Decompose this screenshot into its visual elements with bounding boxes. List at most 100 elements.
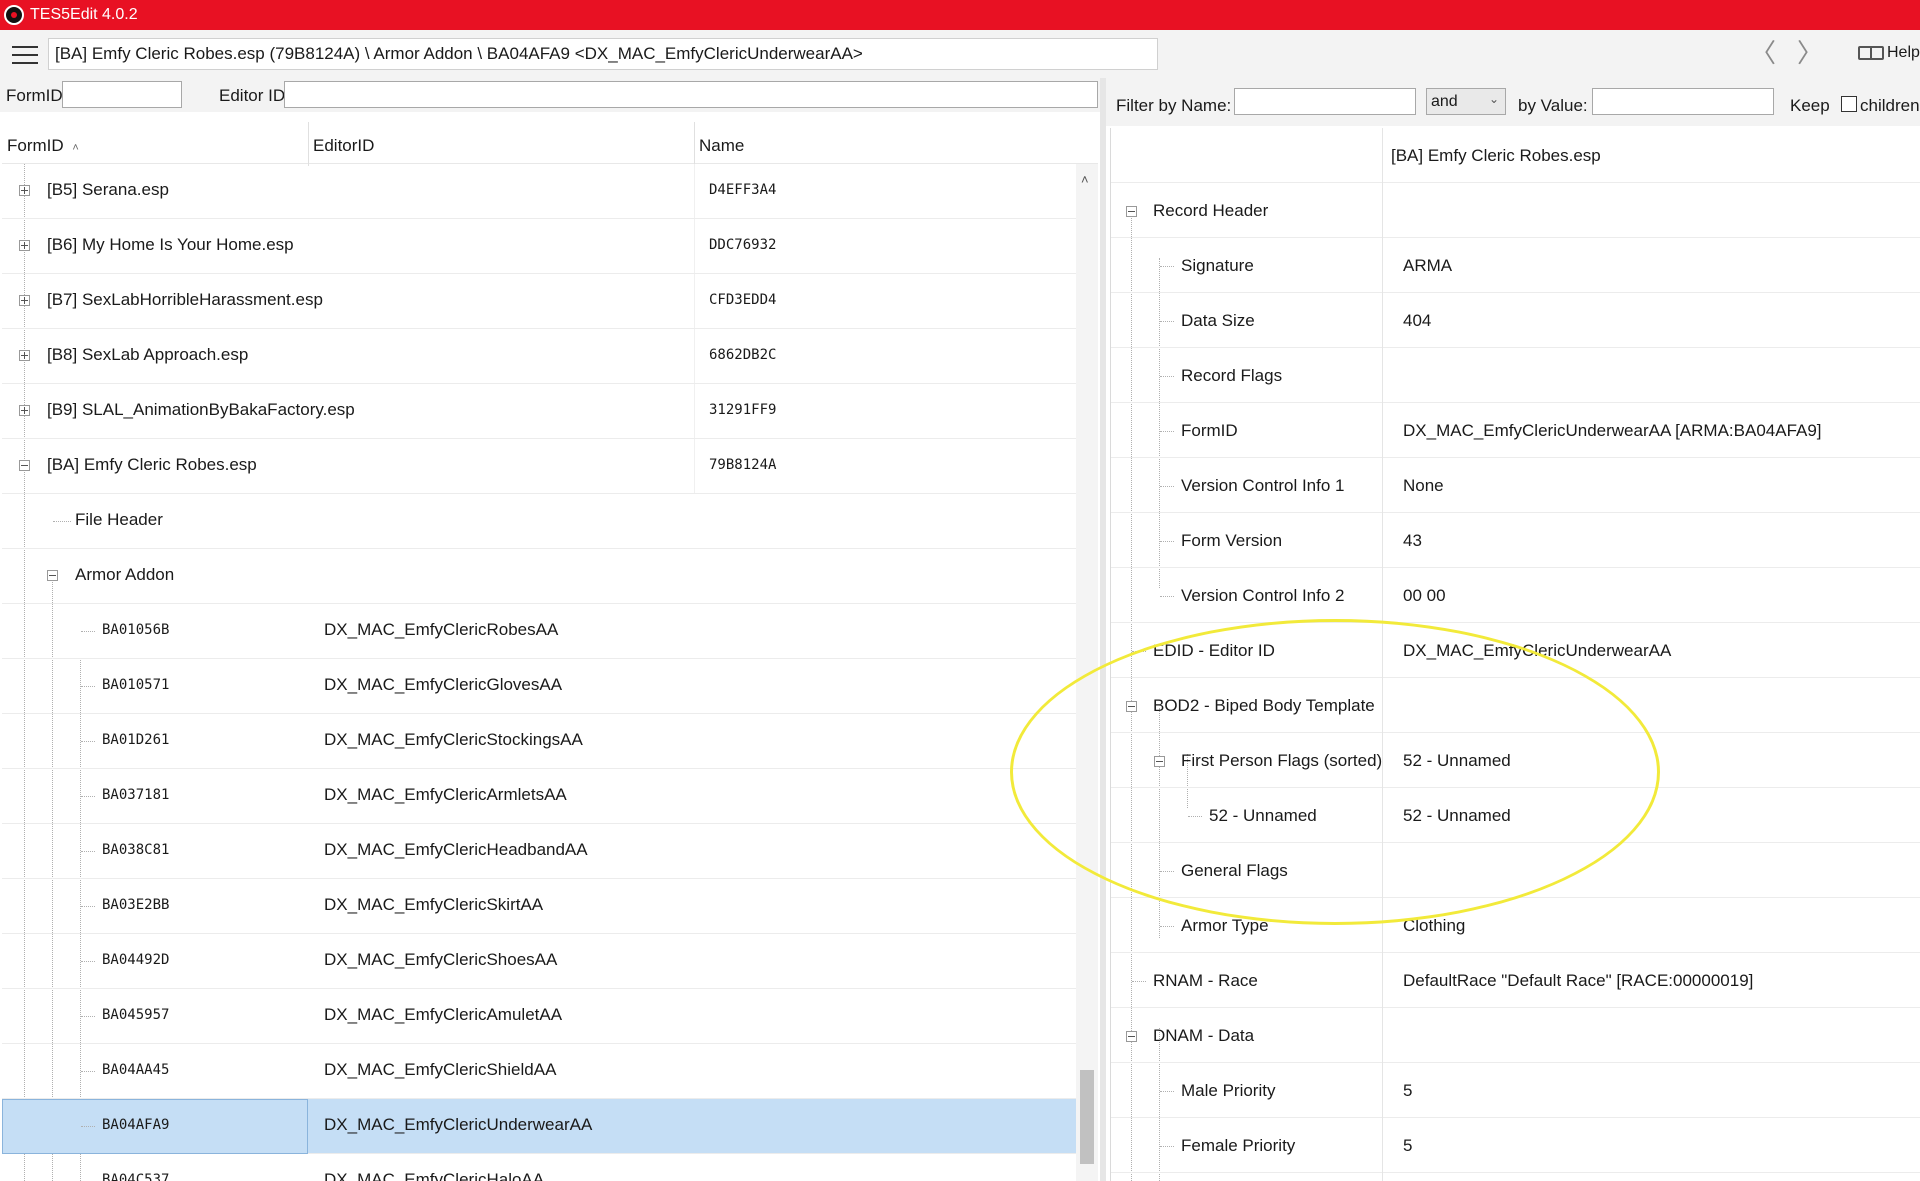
- field-row[interactable]: 52 - Unnamed 52 - Unnamed: [1111, 788, 1920, 843]
- field-row[interactable]: Signature ARMA: [1111, 238, 1920, 293]
- plugin-label: [B7] SexLabHorribleHarassment.esp: [47, 290, 323, 309]
- record-fields-tree: [BA] Emfy Cleric Robes.esp Record Header…: [1110, 128, 1920, 1181]
- plugin-label: [B8] SexLab Approach.esp: [47, 345, 249, 364]
- field-row[interactable]: Record Flags: [1111, 348, 1920, 403]
- menu-icon[interactable]: [12, 46, 38, 64]
- field-value: DefaultRace "Default Race" [RACE:0000001…: [1403, 971, 1754, 990]
- tree-row-group[interactable]: Armor Addon: [2, 549, 1076, 604]
- field-row[interactable]: General Flags: [1111, 843, 1920, 898]
- field-row[interactable]: First Person Flags (sorted) 52 - Unnamed: [1111, 733, 1920, 788]
- scroll-up-icon[interactable]: ˄: [1081, 172, 1089, 187]
- field-row[interactable]: BOD2 - Biped Body Template: [1111, 678, 1920, 733]
- plugin-name-value: CFD3EDD4: [709, 292, 777, 308]
- scrollbar-thumb[interactable]: [1080, 1070, 1094, 1164]
- tree-row-record[interactable]: BA010571 DX_MAC_EmfyClericGlovesAA: [2, 659, 1076, 714]
- tree-row-plugin[interactable]: [B5] Serana.esp D4EFF3A4: [2, 164, 1076, 219]
- field-row[interactable]: Record Header: [1111, 183, 1920, 238]
- collapse-icon[interactable]: [1154, 756, 1165, 767]
- editorid-filter-input[interactable]: [284, 81, 1098, 108]
- expand-icon[interactable]: [19, 295, 30, 306]
- field-row[interactable]: Data Size 404: [1111, 293, 1920, 348]
- column-divider[interactable]: [308, 122, 309, 166]
- tree-row-group[interactable]: File Header: [2, 494, 1076, 549]
- field-name: DNAM - Data: [1153, 1026, 1255, 1045]
- field-name: Female Priority: [1181, 1136, 1296, 1155]
- collapse-icon[interactable]: [19, 460, 30, 471]
- record-editorid: DX_MAC_EmfyClericShieldAA: [324, 1060, 557, 1079]
- record-editorid: DX_MAC_EmfyClericStockingsAA: [324, 730, 583, 749]
- sort-ascending-icon: ˄: [72, 142, 79, 154]
- tree-row-record-selected[interactable]: BA04AFA9 DX_MAC_EmfyClericUnderwearAA: [2, 1099, 1076, 1154]
- record-editorid: DX_MAC_EmfyClericSkirtAA: [324, 895, 544, 914]
- tree-row-plugin[interactable]: [B9] SLAL_AnimationByBakaFactory.esp 312…: [2, 384, 1076, 439]
- plugin-name-value: D4EFF3A4: [709, 182, 777, 198]
- tree-row-plugin[interactable]: [BA] Emfy Cleric Robes.esp 79B8124A: [2, 439, 1076, 494]
- field-row[interactable]: Version Control Info 2 00 00: [1111, 568, 1920, 623]
- group-label: File Header: [75, 510, 163, 529]
- collapse-icon[interactable]: [1126, 206, 1137, 217]
- tree-row-plugin[interactable]: [B7] SexLabHorribleHarassment.esp CFD3ED…: [2, 274, 1076, 329]
- tree-row-record[interactable]: BA045957 DX_MAC_EmfyClericAmuletAA: [2, 989, 1076, 1044]
- field-row[interactable]: Form Version 43: [1111, 513, 1920, 568]
- column-divider[interactable]: [694, 122, 695, 166]
- field-row[interactable]: EDID - Editor ID DX_MAC_EmfyClericUnderw…: [1111, 623, 1920, 678]
- field-value: None: [1403, 476, 1444, 495]
- record-path-field[interactable]: [BA] Emfy Cleric Robes.esp (79B8124A) \ …: [48, 38, 1158, 70]
- field-row[interactable]: Armor Type Clothing: [1111, 898, 1920, 953]
- record-editorid: DX_MAC_EmfyClericArmletsAA: [324, 785, 567, 804]
- field-row[interactable]: Version Control Info 1 None: [1111, 458, 1920, 513]
- field-name: 52 - Unnamed: [1209, 806, 1317, 825]
- field-value: 52 - Unnamed: [1403, 751, 1511, 770]
- expand-icon[interactable]: [19, 405, 30, 416]
- tree-scrollbar[interactable]: ˄: [1076, 164, 1098, 1181]
- field-value: DX_MAC_EmfyClericUnderwearAA: [1403, 641, 1672, 660]
- filter-by-name-label: Filter by Name:: [1116, 96, 1232, 115]
- tree-row-record[interactable]: BA037181 DX_MAC_EmfyClericArmletsAA: [2, 769, 1076, 824]
- field-row[interactable]: Female Priority 5: [1111, 1118, 1920, 1173]
- tree-row-record[interactable]: BA04C537 DX_MAC_EmfyClericHaloAA: [2, 1154, 1076, 1181]
- tree-row-record[interactable]: BA04AA45 DX_MAC_EmfyClericShieldAA: [2, 1044, 1076, 1099]
- record-formid: BA01056B: [102, 622, 170, 638]
- record-formid: BA04492D: [102, 952, 170, 968]
- field-row[interactable]: Male Priority 5: [1111, 1063, 1920, 1118]
- keep-children-checkbox[interactable]: [1841, 96, 1857, 112]
- tree-row-record[interactable]: BA01056B DX_MAC_EmfyClericRobesAA: [2, 604, 1076, 659]
- field-name: Version Control Info 2: [1181, 586, 1345, 605]
- forward-icon[interactable]: 〉: [1797, 40, 1823, 66]
- filter-operator-select[interactable]: and ⌄: [1426, 88, 1506, 115]
- tree-row-record[interactable]: BA038C81 DX_MAC_EmfyClericHeadbandAA: [2, 824, 1076, 879]
- book-icon: [1858, 46, 1884, 60]
- collapse-icon[interactable]: [1126, 701, 1137, 712]
- expand-icon[interactable]: [19, 350, 30, 361]
- plugin-label: [B5] Serana.esp: [47, 180, 169, 199]
- record-view-pane: Filter by Name: and ⌄ by Value: Keep chi…: [1106, 78, 1920, 1181]
- collapse-icon[interactable]: [1126, 1031, 1137, 1042]
- record-editorid: DX_MAC_EmfyClericHeadbandAA: [324, 840, 588, 859]
- field-name: Version Control Info 1: [1181, 476, 1345, 495]
- filter-by-value-input[interactable]: [1592, 88, 1774, 115]
- field-row[interactable]: RNAM - Race DefaultRace "Default Race" […: [1111, 953, 1920, 1008]
- column-formid[interactable]: FormID ˄: [7, 136, 79, 156]
- tree-row-record[interactable]: BA04492D DX_MAC_EmfyClericShoesAA: [2, 934, 1076, 989]
- back-icon[interactable]: 〈: [1750, 40, 1776, 66]
- column-name[interactable]: Name: [699, 136, 744, 156]
- filter-by-name-input[interactable]: [1234, 88, 1416, 115]
- tree-row-record[interactable]: BA03E2BB DX_MAC_EmfyClericSkirtAA: [2, 879, 1076, 934]
- field-value: DX_MAC_EmfyClericUnderwearAA [ARMA:BA04A…: [1403, 421, 1822, 440]
- column-editorid[interactable]: EditorID: [313, 136, 374, 156]
- record-formid: BA010571: [102, 677, 170, 693]
- tree-row-plugin[interactable]: [B6] My Home Is Your Home.esp DDC76932: [2, 219, 1076, 274]
- value-column-divider[interactable]: [1382, 128, 1383, 1181]
- field-name: Record Header: [1153, 201, 1269, 220]
- expand-icon[interactable]: [19, 240, 30, 251]
- field-row[interactable]: FormID DX_MAC_EmfyClericUnderwearAA [ARM…: [1111, 403, 1920, 458]
- tree-row-plugin[interactable]: [B8] SexLab Approach.esp 6862DB2C: [2, 329, 1076, 384]
- expand-icon[interactable]: [19, 185, 30, 196]
- record-editorid: DX_MAC_EmfyClericRobesAA: [324, 620, 559, 639]
- field-row[interactable]: DNAM - Data: [1111, 1008, 1920, 1063]
- tree-row-record[interactable]: BA01D261 DX_MAC_EmfyClericStockingsAA: [2, 714, 1076, 769]
- formid-filter-input[interactable]: [62, 81, 182, 108]
- help-button[interactable]: Help: [1858, 44, 1920, 62]
- plugin-name-value: 31291FF9: [709, 402, 777, 418]
- collapse-icon[interactable]: [47, 570, 58, 581]
